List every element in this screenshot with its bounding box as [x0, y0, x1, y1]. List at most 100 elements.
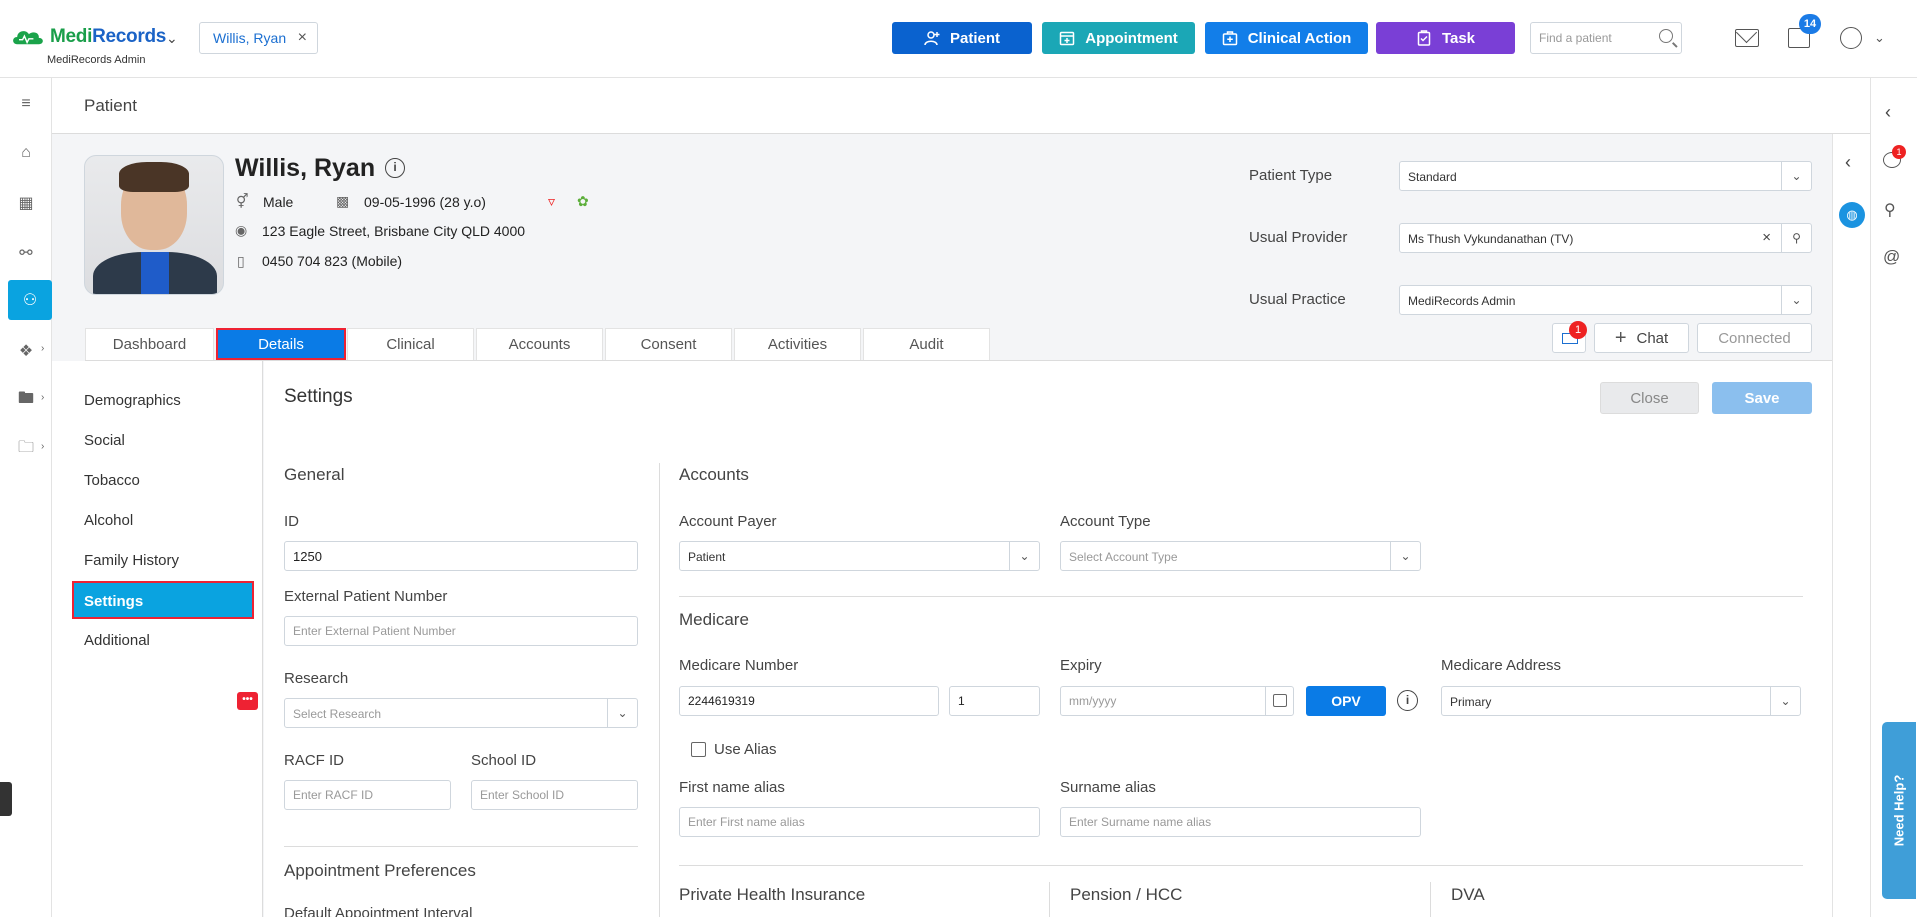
chevron-down-icon[interactable]: ⌄ [1009, 542, 1039, 570]
usual-practice-select[interactable]: MediRecords Admin ⌄ [1399, 285, 1812, 315]
use-alias-checkbox[interactable] [691, 742, 706, 757]
clinical-action-button[interactable]: Clinical Action [1205, 22, 1368, 54]
patient-dob: 09-05-1996 (28 y.o) [364, 194, 486, 210]
subnav-tobacco[interactable]: Tobacco [84, 472, 140, 489]
expiry-label: Expiry [1060, 657, 1102, 674]
chevron-down-icon[interactable]: ⌄ [1874, 30, 1885, 46]
subnav-demographics[interactable]: Demographics [84, 392, 181, 409]
divider [1430, 882, 1431, 917]
chevron-down-icon[interactable]: ⌄ [1781, 286, 1811, 314]
close-button[interactable]: Close [1600, 382, 1699, 414]
patient-phone: 0450 704 823 (Mobile) [262, 253, 403, 269]
external-patient-number-label: External Patient Number [284, 588, 448, 605]
need-help-tab[interactable]: Need Help? [1882, 722, 1916, 899]
tab-activities[interactable]: Activities [734, 328, 861, 360]
close-icon[interactable]: × [298, 29, 307, 47]
new-appointment-button[interactable]: Appointment [1042, 22, 1195, 54]
tab-accounts[interactable]: Accounts [476, 328, 603, 360]
mail-icon[interactable] [1735, 29, 1759, 47]
chevron-right-icon[interactable]: › [41, 392, 44, 403]
usual-provider-select[interactable]: Ms Thush Vykundanathan (TV) × ⚲ [1399, 223, 1812, 253]
chevron-down-icon[interactable]: ⌄ [166, 30, 178, 47]
message-count-badge: 1 [1569, 321, 1587, 339]
chevron-down-icon[interactable]: ⌄ [1781, 162, 1811, 190]
use-alias-label: Use Alias [714, 741, 777, 758]
apps-icon[interactable]: ❖ [10, 335, 42, 367]
search-icon[interactable] [1659, 29, 1673, 43]
info-icon[interactable]: i [385, 158, 405, 178]
new-task-button[interactable]: Task [1376, 22, 1515, 54]
chevron-down-icon[interactable]: ⌄ [607, 699, 637, 727]
calendar-icon[interactable]: ▦ [10, 187, 42, 219]
clipboard-icon [1417, 30, 1431, 46]
tab-audit[interactable]: Audit [863, 328, 990, 360]
school-id-input[interactable]: Enter School ID [471, 780, 638, 810]
subnav-additional[interactable]: Additional [84, 632, 150, 649]
app-logo[interactable]: MediRecords [10, 26, 166, 48]
research-select[interactable]: Select Research ⌄ [284, 698, 638, 728]
subnav-social[interactable]: Social [84, 432, 125, 449]
clear-icon[interactable]: × [1762, 229, 1771, 246]
medicare-irn-input[interactable]: 1 [949, 686, 1040, 716]
chevron-right-icon[interactable]: › [41, 343, 44, 354]
logo-text-records: Records [92, 26, 167, 47]
dva-heading: DVA [1451, 885, 1485, 904]
folder-add-icon[interactable]: 🗀 [10, 433, 42, 465]
accounts-heading: Accounts [679, 465, 749, 484]
school-id-label: School ID [471, 752, 537, 769]
expand-menu-icon[interactable]: ≡ [10, 88, 42, 120]
folder-icon[interactable]: 🖿 [10, 384, 42, 416]
account-payer-select[interactable]: Patient ⌄ [679, 541, 1040, 571]
opv-button[interactable]: OPV [1306, 686, 1386, 716]
home-icon[interactable]: ⌂ [10, 137, 42, 169]
logo-text-medi: Medi [50, 26, 93, 47]
user-avatar-icon[interactable] [1840, 27, 1862, 49]
account-type-select[interactable]: Select Account Type ⌄ [1060, 541, 1421, 571]
open-patient-tab[interactable]: Willis, Ryan × [199, 22, 318, 54]
connected-button[interactable]: Connected [1697, 323, 1812, 353]
patient-type-select[interactable]: Standard ⌄ [1399, 161, 1812, 191]
account-payer-label: Account Payer [679, 513, 777, 530]
research-label: Research [284, 670, 349, 687]
first-name-alias-input[interactable]: Enter First name alias [679, 807, 1040, 837]
chat-button[interactable]: + Chat [1594, 323, 1689, 353]
medicare-address-select[interactable]: Primary ⌄ [1441, 686, 1801, 716]
medical-kit-icon [1222, 31, 1237, 46]
tag-icon[interactable]: ◍ [1839, 202, 1865, 228]
tab-details[interactable]: Details [216, 328, 346, 360]
chevron-right-icon[interactable]: › [41, 441, 44, 452]
new-appointment-label: Appointment [1085, 29, 1178, 47]
tab-clinical[interactable]: Clinical [347, 328, 474, 360]
chevron-left-icon[interactable]: ‹ [1845, 152, 1851, 173]
pin-icon[interactable]: ⚲ [1884, 200, 1896, 220]
tab-dashboard[interactable]: Dashboard [85, 328, 214, 360]
subnav-family-history[interactable]: Family History [84, 552, 179, 569]
private-health-insurance-heading: Private Health Insurance [679, 885, 866, 904]
default-appointment-interval-label: Default Appointment Interval [284, 905, 473, 917]
more-dots-icon[interactable]: ••• [237, 692, 258, 710]
patient-type-label: Patient Type [1249, 167, 1333, 184]
people-icon[interactable]: ⚯ [10, 237, 42, 269]
top-bar: MediRecords MediRecords Admin ⌄ Willis, … [0, 0, 1917, 78]
expiry-input[interactable]: mm/yyyy [1060, 686, 1294, 716]
side-toggle-icon[interactable] [0, 782, 12, 816]
patients-icon[interactable]: ⚇ [8, 280, 52, 320]
id-input[interactable]: 1250 [284, 541, 638, 571]
chevron-down-icon[interactable]: ⌄ [1390, 542, 1420, 570]
chevron-down-icon[interactable]: ⌄ [1770, 687, 1800, 715]
medicare-number-input[interactable]: 2244619319 [679, 686, 939, 716]
tab-consent[interactable]: Consent [605, 328, 732, 360]
racf-id-input[interactable]: Enter RACF ID [284, 780, 451, 810]
external-patient-number-input[interactable]: Enter External Patient Number [284, 616, 638, 646]
chevron-left-icon[interactable]: ‹ [1885, 102, 1891, 123]
search-icon[interactable]: ⚲ [1781, 224, 1811, 252]
new-patient-button[interactable]: Patient [892, 22, 1032, 54]
mention-icon[interactable]: @ [1883, 247, 1900, 267]
subnav-alcohol[interactable]: Alcohol [84, 512, 133, 529]
calendar-icon[interactable] [1273, 694, 1287, 707]
surname-alias-input[interactable]: Enter Surname name alias [1060, 807, 1421, 837]
find-patient-input[interactable]: Find a patient [1530, 22, 1682, 54]
info-icon[interactable]: i [1397, 690, 1418, 711]
save-button[interactable]: Save [1712, 382, 1812, 414]
subnav-settings[interactable]: Settings [72, 581, 254, 619]
